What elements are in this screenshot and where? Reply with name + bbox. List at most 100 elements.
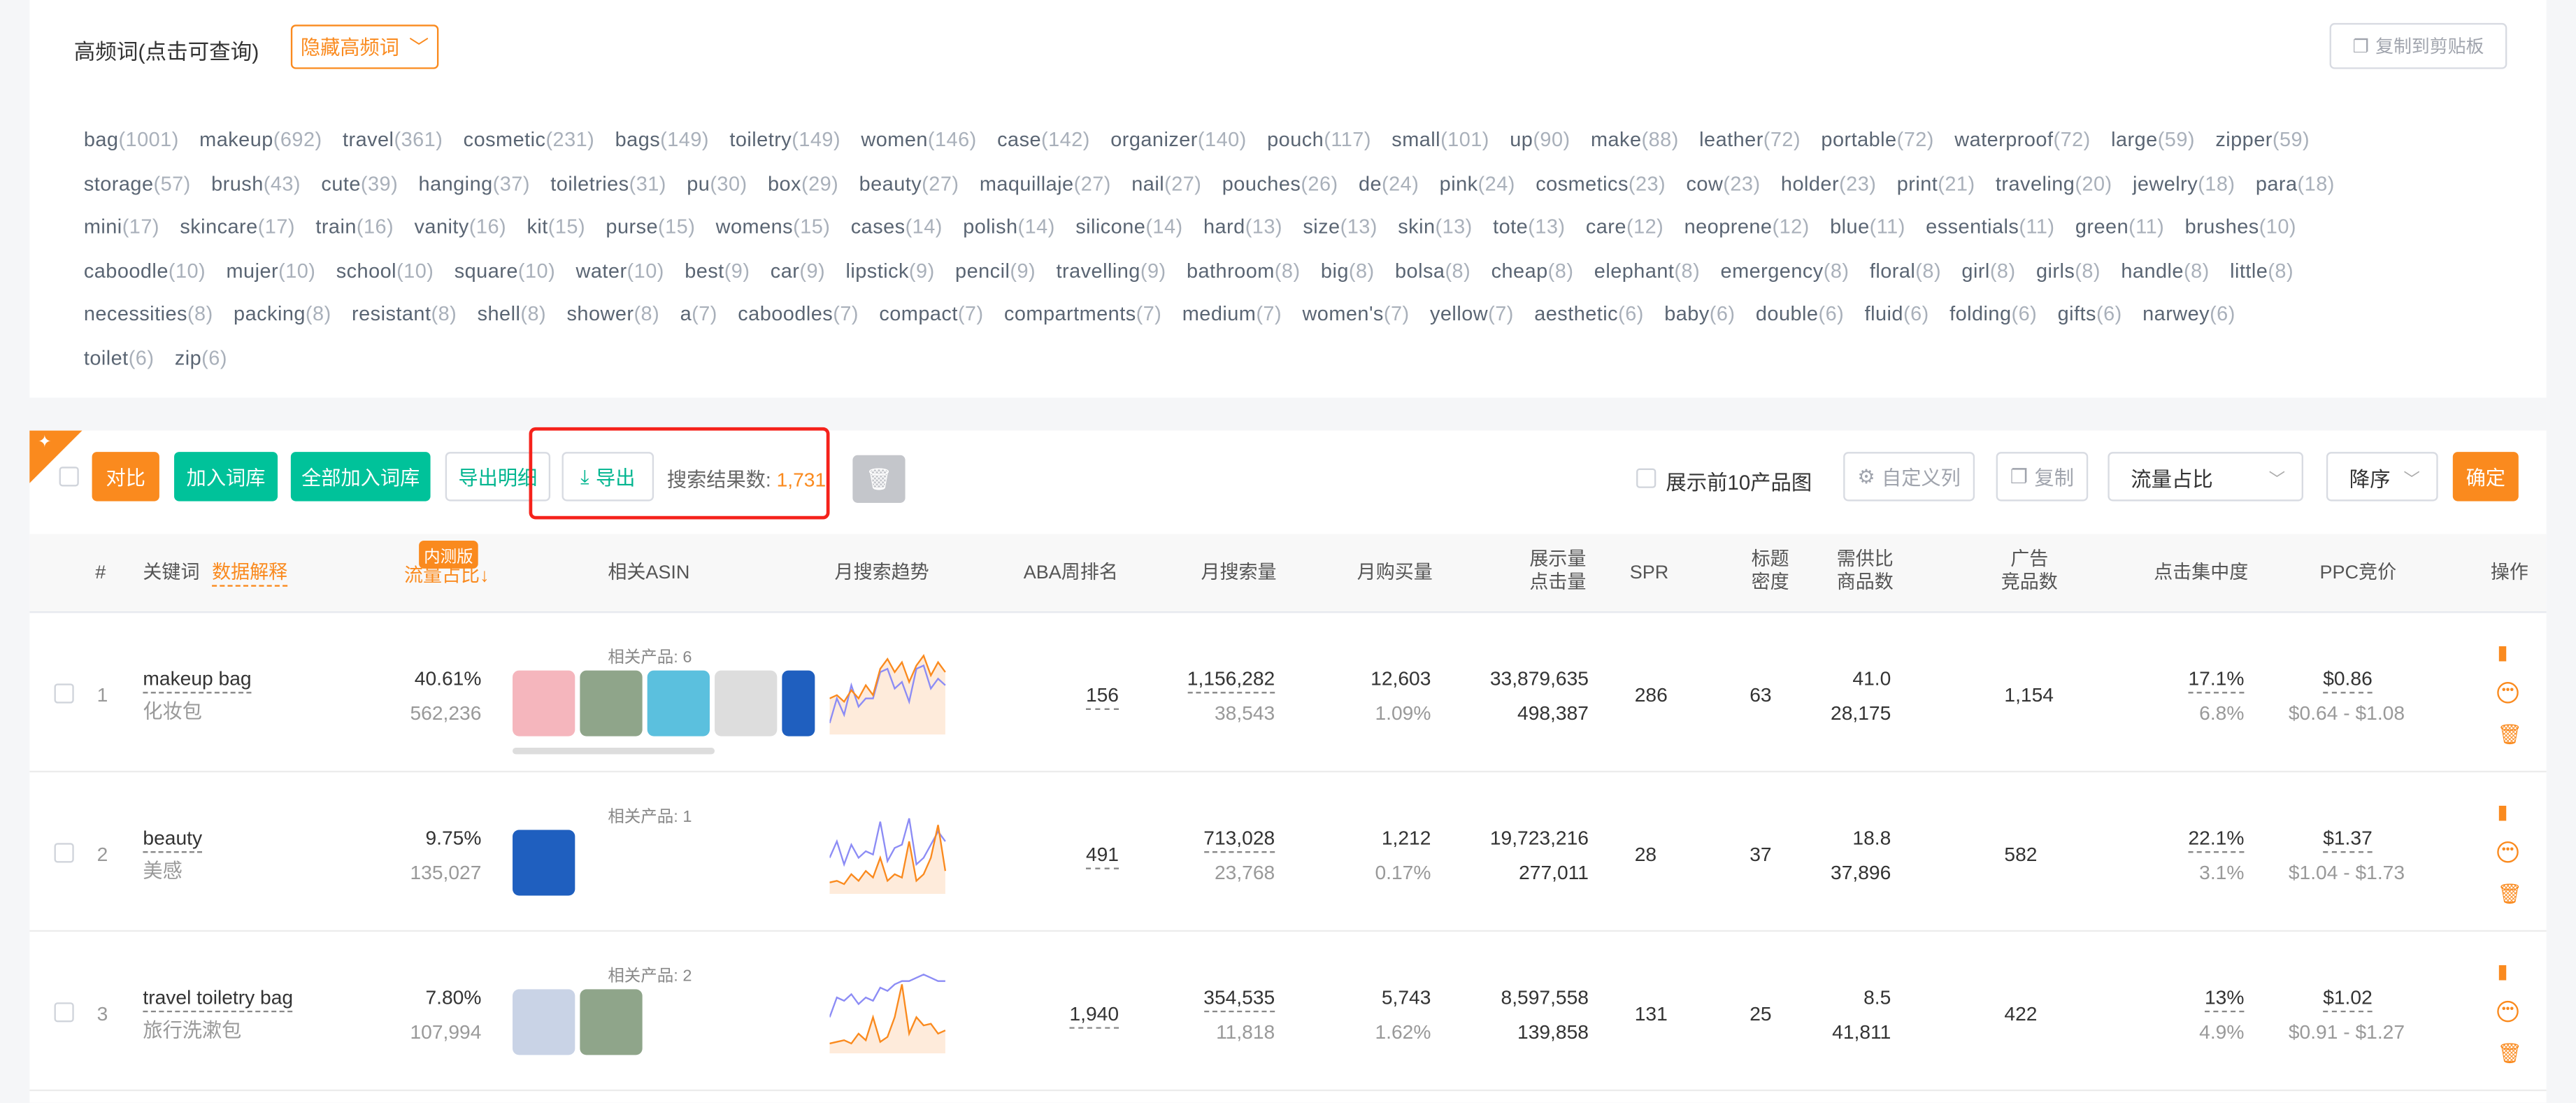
col-demand-supply[interactable]: 需供比 商品数 — [1837, 549, 1894, 595]
keyword-chip[interactable]: waterproof(72) — [1954, 129, 2090, 152]
keyword-chip[interactable]: kit(15) — [527, 215, 585, 239]
keyword-chip[interactable]: girl(8) — [1961, 259, 2015, 283]
keyword-chip[interactable]: case(142) — [997, 129, 1090, 152]
keyword-chip[interactable]: train(16) — [315, 215, 394, 239]
keyword-chip[interactable]: cow(23) — [1687, 172, 1761, 195]
aba-rank[interactable]: 491 — [1085, 843, 1119, 869]
keyword-chip[interactable]: square(10) — [455, 259, 555, 283]
keyword-chip[interactable]: purse(15) — [606, 215, 695, 239]
keyword-chip[interactable]: fluid(6) — [1865, 303, 1929, 326]
copy-button[interactable]: ❐ 复制 — [1996, 452, 2089, 501]
keyword-chip[interactable]: mujer(10) — [226, 259, 315, 283]
trash-icon[interactable]: 🗑 — [2497, 1042, 2522, 1065]
keyword-chip[interactable]: a(7) — [680, 303, 717, 326]
keyword-chip[interactable]: women's(7) — [1302, 303, 1409, 326]
keyword-chip[interactable]: blue(11) — [1830, 215, 1905, 239]
keyword-chip[interactable]: pu(30) — [687, 172, 747, 195]
keyword-chip[interactable]: handle(8) — [2121, 259, 2209, 283]
aba-rank[interactable]: 156 — [1085, 683, 1119, 710]
keyword-chip[interactable]: nail(27) — [1131, 172, 1201, 195]
keyword-link[interactable]: makeup bag — [143, 667, 252, 694]
keyword-chip[interactable]: neoprene(12) — [1684, 215, 1810, 239]
keyword-chip[interactable]: skin(13) — [1398, 215, 1473, 239]
keyword-chip[interactable]: travelling(9) — [1057, 259, 1166, 283]
product-image[interactable] — [647, 670, 710, 736]
keyword-chip[interactable]: necessities(8) — [84, 303, 213, 326]
keyword-chip[interactable]: polish(14) — [963, 215, 1055, 239]
click-concentration[interactable]: 13% — [2204, 985, 2245, 1013]
keyword-chip[interactable]: leather(72) — [1699, 129, 1801, 152]
keyword-chip[interactable]: resistant(8) — [352, 303, 457, 326]
product-image[interactable] — [580, 989, 643, 1055]
data-explanation-link[interactable]: 数据解释 — [212, 562, 288, 587]
keyword-chip[interactable]: medium(7) — [1182, 303, 1282, 326]
more-icon[interactable]: ••• — [2497, 1000, 2519, 1023]
keyword-chip[interactable]: water(10) — [576, 259, 664, 283]
sort-field-select[interactable]: 流量占比 ﹀ — [2108, 452, 2303, 501]
keyword-chip[interactable]: compartments(7) — [1004, 303, 1161, 326]
keyword-chip[interactable]: traveling(20) — [1996, 172, 2112, 195]
col-impressions-clicks[interactable]: 展示量 点击量 — [1529, 549, 1586, 595]
keyword-chip[interactable]: pouch(117) — [1267, 129, 1371, 152]
product-image[interactable] — [513, 989, 575, 1055]
keyword-chip[interactable]: small(101) — [1391, 129, 1489, 152]
keyword-chip[interactable]: brush(43) — [211, 172, 301, 195]
keyword-chip[interactable]: double(6) — [1756, 303, 1844, 326]
col-title-density[interactable]: 标题 密度 — [1752, 549, 1789, 595]
keyword-chip[interactable]: toiletry(149) — [729, 129, 840, 152]
keyword-chip[interactable]: beauty(27) — [859, 172, 959, 195]
delete-button[interactable]: 🗑 — [852, 455, 906, 503]
keyword-chip[interactable]: pink(24) — [1440, 172, 1515, 195]
click-concentration[interactable]: 17.1% — [2188, 667, 2245, 694]
keyword-link[interactable]: beauty — [143, 826, 203, 853]
keyword-chip[interactable]: compact(7) — [879, 303, 983, 326]
keyword-chip[interactable]: cheap(8) — [1491, 259, 1574, 283]
keyword-chip[interactable]: bag(1001) — [84, 129, 179, 152]
keyword-chip[interactable]: organizer(140) — [1110, 129, 1247, 152]
confirm-button[interactable]: 确定 — [2452, 452, 2519, 501]
keyword-chip[interactable]: big(8) — [1321, 259, 1375, 283]
keyword-chip[interactable]: toilet(6) — [84, 346, 155, 369]
keyword-chip[interactable]: para(18) — [2256, 172, 2335, 195]
row-checkbox[interactable] — [54, 683, 74, 704]
keyword-chip[interactable]: floral(8) — [1870, 259, 1941, 283]
keyword-chip[interactable]: aesthetic(6) — [1534, 303, 1644, 326]
keyword-chip[interactable]: tote(13) — [1493, 215, 1565, 239]
keyword-chip[interactable]: narwey(6) — [2142, 303, 2235, 326]
select-all-checkbox[interactable] — [59, 467, 79, 487]
keyword-chip[interactable]: zipper(59) — [2215, 129, 2310, 152]
keyword-chip[interactable]: bathroom(8) — [1187, 259, 1301, 283]
keyword-chip[interactable]: shell(8) — [478, 303, 547, 326]
keyword-chip[interactable]: gifts(6) — [2058, 303, 2122, 326]
product-image[interactable] — [513, 830, 575, 896]
keyword-chip[interactable]: travel(361) — [343, 129, 443, 152]
monthly-search[interactable]: 713,028 — [1203, 826, 1275, 853]
keyword-chip[interactable]: mini(17) — [84, 215, 159, 239]
copy-to-clipboard-button[interactable]: ❐ 复制到剪贴板 — [2329, 22, 2507, 69]
keyword-chip[interactable]: cosmetic(231) — [464, 129, 595, 152]
keyword-chip[interactable]: size(13) — [1303, 215, 1378, 239]
sort-order-select[interactable]: 降序 ﹀ — [2326, 452, 2438, 501]
monthly-search[interactable]: 354,535 — [1203, 985, 1275, 1013]
keyword-chip[interactable]: hard(13) — [1203, 215, 1282, 239]
keyword-chip[interactable]: caboodles(7) — [738, 303, 859, 326]
col-monthly-purchase[interactable]: 月购买量 — [1357, 562, 1433, 585]
keyword-chip[interactable]: storage(57) — [84, 172, 191, 195]
keyword-chip[interactable]: large(59) — [2111, 129, 2195, 152]
product-image[interactable] — [715, 670, 778, 736]
keyword-chip[interactable]: best(9) — [685, 259, 750, 283]
bar-chart-icon[interactable]: ▮ — [2497, 641, 2508, 664]
ppc-bid[interactable]: $0.86 — [2323, 667, 2373, 694]
keyword-chip[interactable]: up(90) — [1510, 129, 1570, 152]
hide-high-frequency-button[interactable]: 隐藏高频词 ﹀ — [290, 24, 439, 69]
keyword-chip[interactable]: skincare(17) — [180, 215, 295, 239]
col-monthly-search[interactable]: 月搜索量 — [1201, 562, 1276, 585]
keyword-chip[interactable]: box(29) — [768, 172, 838, 195]
col-click-concentration[interactable]: 点击集中度 — [2154, 562, 2248, 585]
asin-scrollbar[interactable] — [513, 748, 715, 755]
add-to-library-button[interactable]: 加入词库 — [174, 452, 278, 501]
keyword-chip[interactable]: baby(6) — [1664, 303, 1735, 326]
col-ppc-bid[interactable]: PPC竞价 — [2319, 562, 2396, 585]
ppc-bid[interactable]: $1.37 — [2323, 826, 2373, 853]
row-checkbox[interactable] — [54, 843, 74, 863]
